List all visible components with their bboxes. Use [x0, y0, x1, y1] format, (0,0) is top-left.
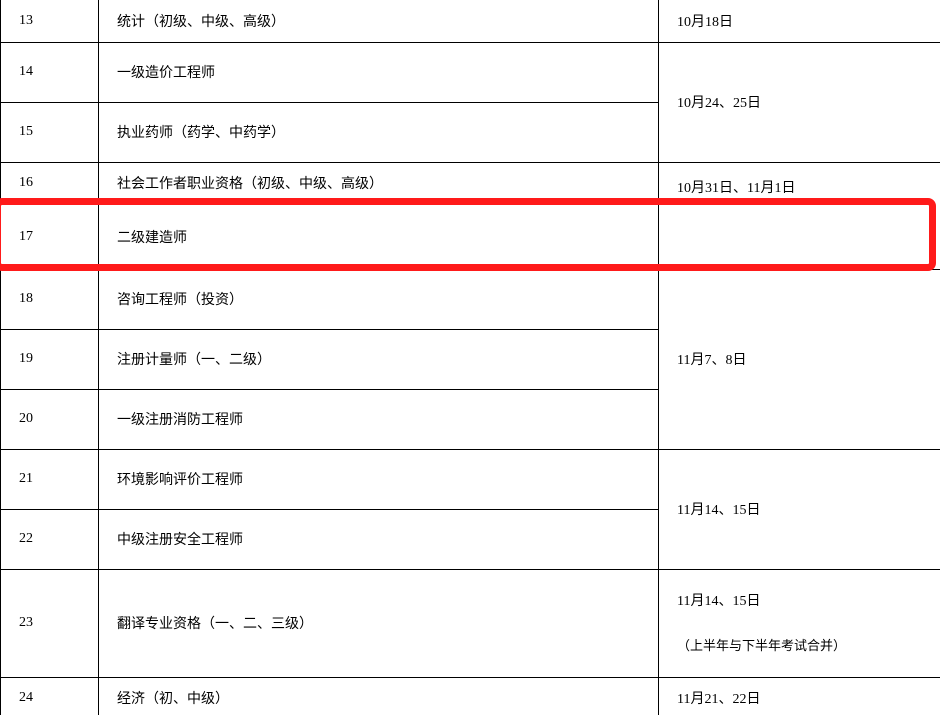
- row-number: 19: [1, 329, 99, 389]
- exam-date: 11月7、8日: [659, 269, 940, 449]
- table-row: 18 咨询工程师（投资） 11月7、8日: [1, 269, 940, 329]
- table-row: 13 统计（初级、中级、高级） 10月18日: [1, 0, 940, 42]
- table-row: 23 翻译专业资格（一、二、三级） 11月14、15日 （上半年与下半年考试合并…: [1, 569, 940, 677]
- table-row: 16 社会工作者职业资格（初级、中级、高级） 10月31日、11月1日: [1, 162, 940, 204]
- exam-date-note: （上半年与下半年考试合并）: [677, 636, 922, 656]
- exam-date: 11月14、15日: [659, 449, 940, 569]
- exam-name: 中级注册安全工程师: [99, 509, 659, 569]
- row-number: 24: [1, 677, 99, 715]
- table-row: 24 经济（初、中级） 11月21、22日: [1, 677, 940, 715]
- table-row: 21 环境影响评价工程师 11月14、15日: [1, 449, 940, 509]
- exam-name: 注册计量师（一、二级）: [99, 329, 659, 389]
- exam-date: 11月21、22日: [659, 677, 940, 715]
- exam-date: 10月24、25日: [659, 42, 940, 162]
- exam-name: 二级建造师: [99, 204, 659, 269]
- exam-name: 翻译专业资格（一、二、三级）: [99, 569, 659, 677]
- row-number: 17: [1, 204, 99, 269]
- row-number: 18: [1, 269, 99, 329]
- row-number: 14: [1, 42, 99, 102]
- table-row: 14 一级造价工程师 10月24、25日: [1, 42, 940, 102]
- exam-schedule-table-wrap: 13 统计（初级、中级、高级） 10月18日 14 一级造价工程师 10月24、…: [0, 0, 940, 715]
- exam-name: 一级造价工程师: [99, 42, 659, 102]
- exam-name: 咨询工程师（投资）: [99, 269, 659, 329]
- row-number: 22: [1, 509, 99, 569]
- row-number: 21: [1, 449, 99, 509]
- exam-date-text: 11月14、15日: [677, 594, 760, 609]
- row-number: 13: [1, 0, 99, 42]
- exam-date: 10月18日: [659, 0, 940, 42]
- exam-name: 统计（初级、中级、高级）: [99, 0, 659, 42]
- row-number: 23: [1, 569, 99, 677]
- exam-name: 经济（初、中级）: [99, 677, 659, 715]
- row-number: 15: [1, 102, 99, 162]
- exam-date: 11月14、15日 （上半年与下半年考试合并）: [659, 569, 940, 677]
- exam-name: 环境影响评价工程师: [99, 449, 659, 509]
- exam-name: 社会工作者职业资格（初级、中级、高级）: [99, 162, 659, 204]
- exam-name: 一级注册消防工程师: [99, 389, 659, 449]
- exam-name: 执业药师（药学、中药学）: [99, 102, 659, 162]
- exam-schedule-table: 13 统计（初级、中级、高级） 10月18日 14 一级造价工程师 10月24、…: [0, 0, 940, 715]
- row-number: 16: [1, 162, 99, 204]
- exam-date: 10月31日、11月1日: [659, 162, 940, 269]
- row-number: 20: [1, 389, 99, 449]
